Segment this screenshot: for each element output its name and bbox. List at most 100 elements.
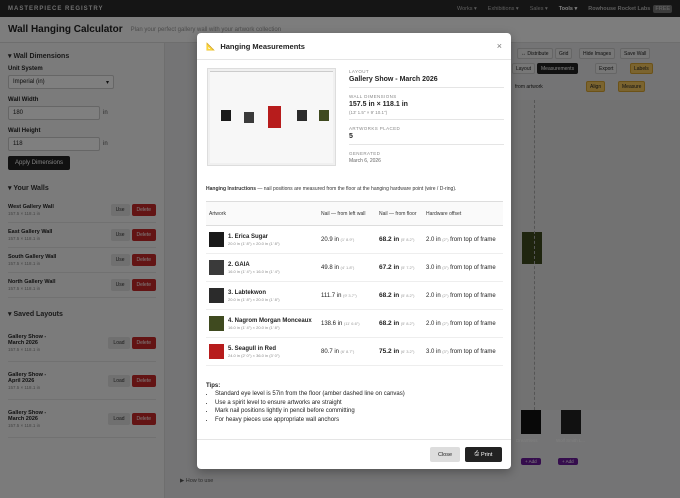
nail-floor-value: 68.2 in	[379, 236, 400, 243]
nail-left-feet: (11' 6.6")	[343, 320, 360, 326]
nail-left-value: 20.9 in	[321, 236, 340, 243]
left-cell: 80.7 in (6' 8.7")	[318, 337, 376, 366]
nail-left-feet: (1' 8.9")	[340, 236, 355, 242]
divider	[349, 119, 504, 120]
tips-title: Tips:	[206, 383, 221, 389]
artwork-size: 16.0 in (1' 4") × 16.0 in (1' 4")	[228, 268, 280, 274]
offset-rest: from top of frame	[450, 292, 496, 299]
offset-feet: (2")	[442, 320, 449, 326]
nail-left-value: 49.8 in	[321, 264, 340, 271]
dimensions-key: WALL DIMENSIONS	[349, 94, 397, 99]
close-button[interactable]: Close	[430, 447, 460, 462]
offset-rest: from top of frame	[450, 236, 496, 243]
preview-artwork	[268, 106, 281, 128]
preview-artwork	[297, 110, 307, 121]
generated-key: GENERATED	[349, 151, 381, 156]
nail-left-feet: (6' 8.7")	[340, 348, 355, 354]
left-cell: 138.6 in (11' 6.6")	[318, 309, 376, 338]
placed-value: 5	[349, 133, 353, 140]
nail-left-value: 111.7 in	[321, 292, 342, 299]
preview-wall	[210, 71, 333, 163]
offset-feet: (3")	[442, 264, 449, 270]
table-row: 5. Seagull in Red 24.0 in (2' 0") × 36.0 …	[206, 337, 503, 366]
col-offset: Hardware offset	[423, 201, 503, 226]
ruler-icon: 📐	[206, 41, 216, 51]
nail-left-value: 138.6 in	[321, 320, 343, 327]
dimensions-value: 157.5 in × 118.1 in	[349, 101, 408, 108]
table-row: 4. Nagrom Morgan Monceaux 16.0 in (1' 4")…	[206, 309, 503, 338]
hanging-measurements-modal: 📐 Hanging Measurements × LAYOUT Gallery S…	[197, 33, 511, 469]
nail-floor-feet: (5' 8.2")	[400, 293, 415, 298]
offset-cell: 2.0 in (2") from top of frame	[423, 309, 503, 338]
modal-header: 📐 Hanging Measurements ×	[197, 33, 511, 60]
offset-cell: 2.0 in (2") from top of frame	[423, 281, 503, 310]
artwork-cell: 3. Labtekwon 20.0 in (1' 8") × 20.0 in (1…	[206, 281, 318, 310]
modal-footer: Close ⎙ Print	[197, 439, 511, 469]
artwork-name: 4. Nagrom Morgan Monceaux	[228, 317, 312, 324]
offset-rest: from top of frame	[450, 348, 496, 355]
artwork-thumbnail	[209, 232, 224, 247]
floor-cell: 68.2 in (5' 8.2")	[376, 281, 423, 310]
close-icon[interactable]: ×	[497, 41, 502, 51]
left-cell: 49.8 in (4' 1.8")	[318, 253, 376, 282]
artwork-name: 2. GAIA	[228, 261, 250, 268]
offset-value: 3.0 in	[426, 348, 441, 355]
offset-feet: (2")	[442, 292, 449, 298]
nail-floor-value: 75.2 in	[379, 348, 400, 355]
nail-floor-feet: (5' 8.2")	[400, 321, 415, 326]
preview-artwork	[319, 110, 329, 121]
artwork-name: 1. Erica Sugar	[228, 233, 269, 240]
divider	[349, 87, 504, 88]
nail-floor-value: 67.2 in	[379, 264, 400, 271]
offset-feet: (2")	[442, 236, 449, 242]
wall-preview	[207, 68, 336, 166]
layout-meta: LAYOUT Gallery Show - March 2026 WALL DI…	[349, 69, 504, 164]
offset-cell: 2.0 in (2") from top of frame	[423, 225, 503, 254]
measurements-table: Artwork Nail — from left wall Nail — fro…	[206, 201, 503, 366]
modal-title: Hanging Measurements	[220, 41, 305, 51]
artwork-size: 20.0 in (1' 8") × 20.0 in (1' 8")	[228, 296, 280, 302]
print-button[interactable]: ⎙ Print	[465, 447, 502, 462]
placed-key: ARTWORKS PLACED	[349, 126, 401, 131]
nail-left-value: 80.7 in	[321, 348, 340, 355]
offset-value: 2.0 in	[426, 236, 441, 243]
artwork-name: 5. Seagull in Red	[228, 345, 277, 352]
table-header: Artwork Nail — from left wall Nail — fro…	[206, 201, 503, 226]
col-artwork: Artwork	[206, 201, 318, 226]
nail-floor-feet: (5' 8.2")	[400, 237, 415, 242]
divider	[349, 144, 504, 145]
table-row: 2. GAIA 16.0 in (1' 4") × 16.0 in (1' 4")…	[206, 253, 503, 282]
artwork-thumbnail	[209, 316, 224, 331]
preview-artwork	[244, 112, 254, 123]
generated-value: March 6, 2026	[349, 158, 381, 164]
artwork-cell: 5. Seagull in Red 24.0 in (2' 0") × 36.0 …	[206, 337, 318, 366]
artwork-thumbnail	[209, 344, 224, 359]
hanging-instructions: Hanging Instructions — nail positions ar…	[206, 186, 457, 192]
tip-item: Use a spirit level to ensure artworks ar…	[215, 400, 506, 406]
floor-cell: 68.2 in (5' 8.2")	[376, 225, 423, 254]
printer-icon: ⎙	[474, 451, 480, 457]
offset-feet: (3")	[442, 348, 449, 354]
floor-cell: 67.2 in (5' 7.2")	[376, 253, 423, 282]
nail-floor-feet: (6' 3.2")	[400, 349, 415, 354]
floor-cell: 68.2 in (5' 8.2")	[376, 309, 423, 338]
tip-item: Standard eye level is 57in from the floo…	[215, 391, 506, 397]
nail-floor-value: 68.2 in	[379, 320, 400, 327]
nail-left-feet: (4' 1.8")	[340, 264, 355, 270]
floor-cell: 75.2 in (6' 3.2")	[376, 337, 423, 366]
preview-artwork	[221, 110, 231, 121]
dimensions-sub: (13' 1.5" × 9' 10.1")	[349, 110, 388, 115]
artwork-cell: 2. GAIA 16.0 in (1' 4") × 16.0 in (1' 4")	[206, 253, 318, 282]
col-floor: Nail — from floor	[376, 201, 423, 226]
tip-item: For heavy pieces use appropriate wall an…	[215, 417, 506, 423]
tips-list: Standard eye level is 57in from the floo…	[215, 391, 506, 423]
left-cell: 111.7 in (9' 3.7")	[318, 281, 376, 310]
tips-section: Tips: Standard eye level is 57in from th…	[206, 383, 506, 425]
offset-value: 2.0 in	[426, 292, 441, 299]
col-left: Nail — from left wall	[318, 201, 376, 226]
offset-value: 2.0 in	[426, 320, 441, 327]
nail-floor-feet: (5' 7.2")	[400, 265, 415, 270]
artwork-thumbnail	[209, 260, 224, 275]
artwork-size: 16.0 in (1' 4") × 20.0 in (1' 8")	[228, 324, 280, 330]
artwork-name: 3. Labtekwon	[228, 289, 267, 296]
